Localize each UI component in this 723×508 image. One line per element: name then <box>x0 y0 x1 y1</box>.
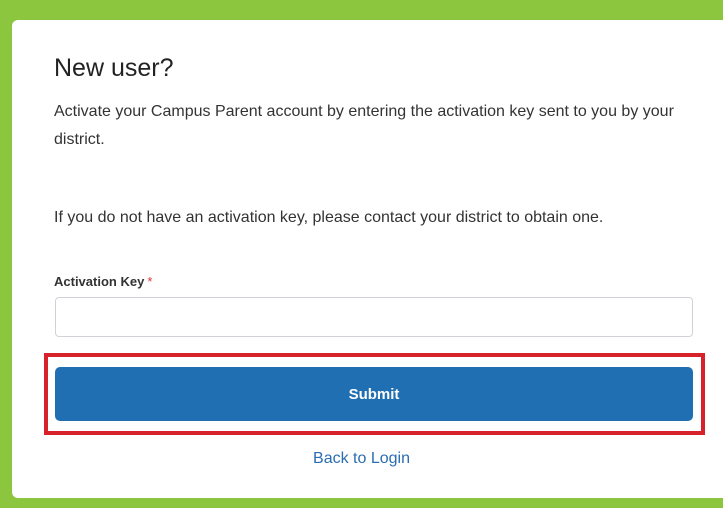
required-marker: * <box>147 274 153 289</box>
back-to-login-link[interactable]: Back to Login <box>0 450 723 468</box>
page-title: New user? <box>54 54 174 82</box>
activation-card: New user? Activate your Campus Parent ac… <box>12 20 723 498</box>
activation-key-label: Activation Key * <box>54 274 152 289</box>
help-text: If you do not have an activation key, pl… <box>54 209 604 226</box>
intro-text: Activate your Campus Parent account by e… <box>54 103 674 148</box>
activation-key-input[interactable] <box>55 297 693 337</box>
submit-button[interactable]: Submit <box>55 367 693 421</box>
activation-key-label-text: Activation Key <box>54 274 145 289</box>
